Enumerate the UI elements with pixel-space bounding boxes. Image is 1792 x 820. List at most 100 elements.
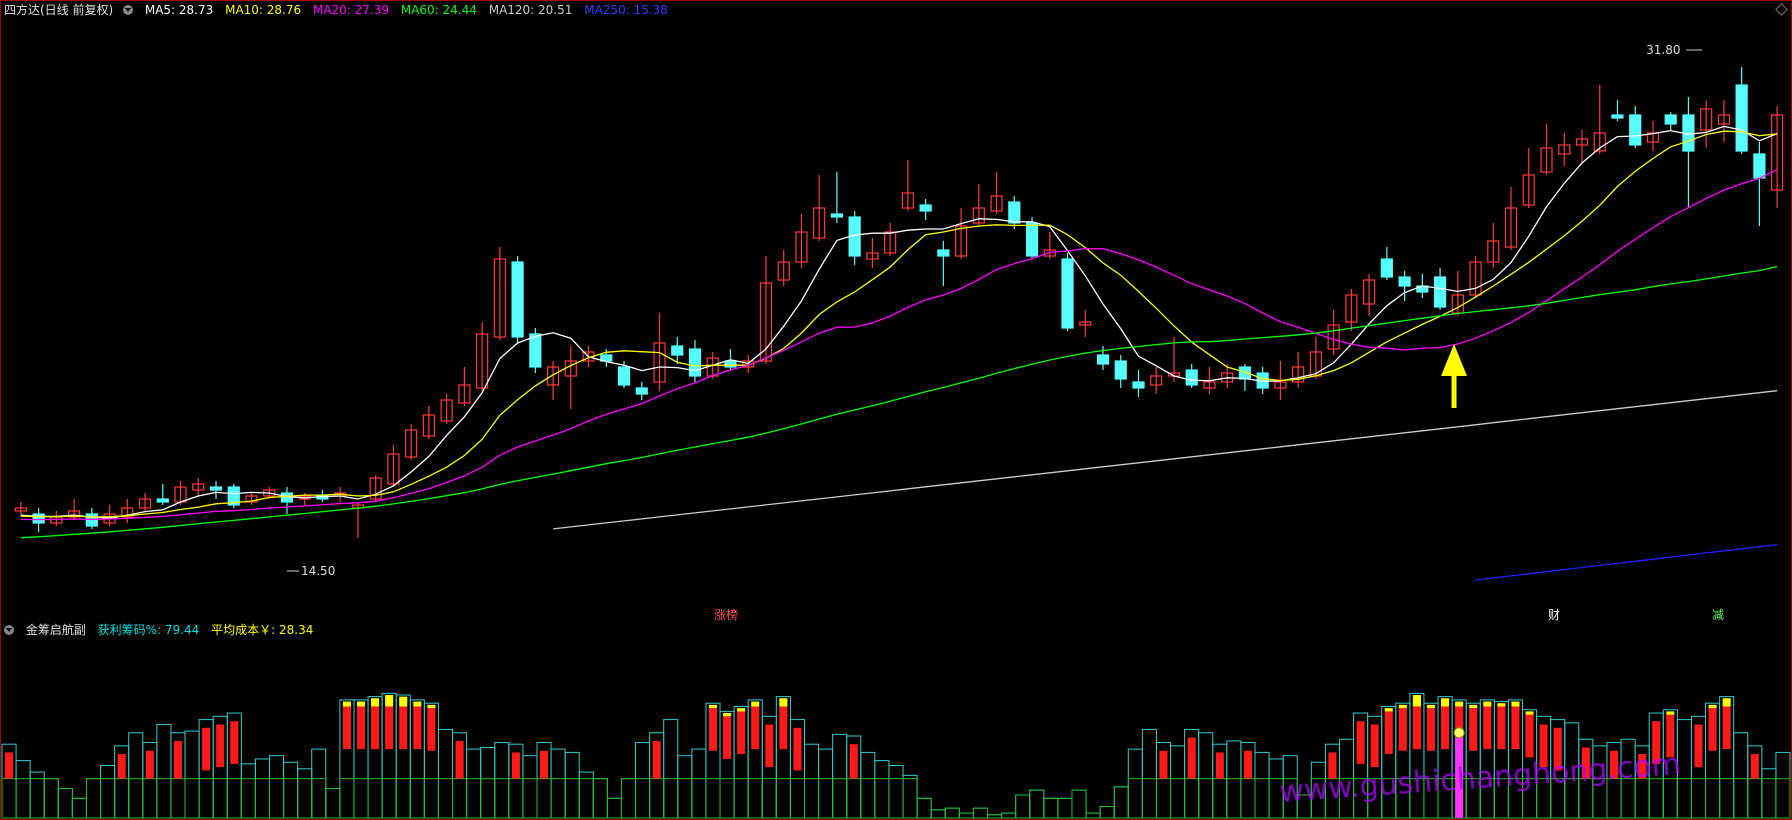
tag-cai[interactable]: 财 [1548, 606, 1560, 623]
arrow-head [1441, 344, 1467, 376]
chip-bar [663, 719, 679, 819]
chip-base [268, 778, 285, 819]
sub-title[interactable]: 金筹启航副 [26, 623, 86, 637]
profit-yellow [427, 704, 436, 709]
chip-indicator-chart[interactable]: www.gushichanghong.com [0, 640, 1792, 820]
chip-base [423, 778, 439, 819]
profit-red [1497, 706, 1506, 750]
candlestick-chart[interactable]: 31.80 14.50 [0, 0, 1792, 600]
candle-body [1753, 153, 1766, 179]
ma120-line [553, 390, 1778, 530]
chip-base [325, 787, 341, 819]
chip-base [353, 778, 369, 819]
profit-red [765, 724, 774, 768]
chip-base [226, 778, 242, 819]
chip-base [395, 778, 411, 819]
sub-chart-header: 金筹启航副 获利筹码%: 79.44 平均成本￥: 28.34 [4, 621, 321, 639]
chip-bar [1085, 812, 1101, 819]
profit-red [1215, 752, 1224, 779]
chip-bar [874, 760, 890, 819]
profit-red [1159, 750, 1168, 779]
profit-yellow [1384, 708, 1393, 712]
chip-base [170, 778, 186, 819]
chip-base [1775, 778, 1791, 819]
chip-base [846, 778, 862, 819]
chip-base [944, 807, 960, 819]
chip-base [1043, 797, 1059, 819]
sub-indicator-menu-icon[interactable] [4, 624, 14, 635]
profit-red [1412, 706, 1421, 750]
chip-base [1015, 794, 1031, 819]
chip-base [733, 778, 749, 819]
ma5-line [20, 125, 1778, 519]
chip-base [156, 778, 172, 819]
candle-body [1664, 114, 1677, 125]
profit-yellow [385, 695, 394, 707]
tag-zhangbang[interactable]: 涨榜 [714, 606, 738, 623]
candle-body [724, 360, 737, 368]
chip-bar [1733, 732, 1749, 819]
chip-bar [818, 748, 834, 819]
chip-bar [1254, 751, 1270, 819]
profit-yellow [1666, 711, 1675, 715]
chip-base [832, 778, 848, 819]
chip-bar [1001, 812, 1017, 819]
candle-body [1735, 84, 1748, 152]
candle-body [1398, 276, 1411, 287]
candle-body [1629, 114, 1642, 146]
chip-base [1662, 778, 1678, 819]
candle-body [1132, 381, 1145, 389]
profit-yellow [1398, 704, 1407, 709]
chip-bar [620, 778, 637, 819]
chip-base [888, 778, 904, 819]
profit-red [1525, 714, 1534, 758]
chip-bar [902, 774, 918, 819]
chip-base [1733, 778, 1749, 819]
ma20-line [20, 169, 1778, 521]
profit-red [1243, 750, 1253, 779]
candle-body [209, 486, 223, 491]
tag-jian[interactable]: 减 [1712, 606, 1724, 623]
chip-base [564, 778, 580, 819]
chip-base [649, 778, 665, 819]
chip-bar [944, 807, 960, 819]
chip-bar [1170, 745, 1186, 819]
chip-base [1113, 786, 1129, 819]
chip-bar [1775, 751, 1791, 819]
chip-bar [1043, 797, 1059, 819]
profit-red [1384, 711, 1393, 755]
profit-yellow [356, 701, 366, 707]
profit-yellow [723, 713, 732, 717]
low-label: 14.50 [301, 564, 335, 578]
chip-base [71, 797, 87, 819]
profit-yellow [413, 701, 422, 707]
chip-base [536, 778, 552, 819]
profit-red [1694, 724, 1703, 768]
chip-base [1, 778, 17, 819]
chip-bar [57, 787, 73, 819]
profit-yellow [342, 701, 351, 707]
candle-body [1380, 258, 1393, 278]
chip-base [987, 814, 1003, 819]
profit-yellow [708, 704, 718, 709]
chip-base [198, 778, 214, 819]
chip-base [691, 778, 707, 819]
chip-base [311, 778, 327, 819]
profit-yellow [1708, 704, 1717, 709]
chip-bar [494, 742, 510, 819]
chip-base [381, 778, 397, 819]
candle-body [1008, 201, 1021, 224]
candle-body [919, 204, 932, 212]
chip-bar [254, 758, 270, 819]
candle-body [617, 366, 631, 386]
profit-pct-value: 获利筹码%: 79.44 [97, 623, 200, 637]
chip-bar [958, 812, 974, 819]
profit-red [1722, 706, 1731, 750]
chip-base [480, 778, 496, 819]
candle-body [1433, 276, 1447, 308]
chip-bar [156, 724, 172, 819]
chip-base [452, 778, 468, 819]
candle-body [1061, 258, 1074, 329]
chip-base [283, 778, 299, 819]
profit-red [1356, 721, 1365, 764]
